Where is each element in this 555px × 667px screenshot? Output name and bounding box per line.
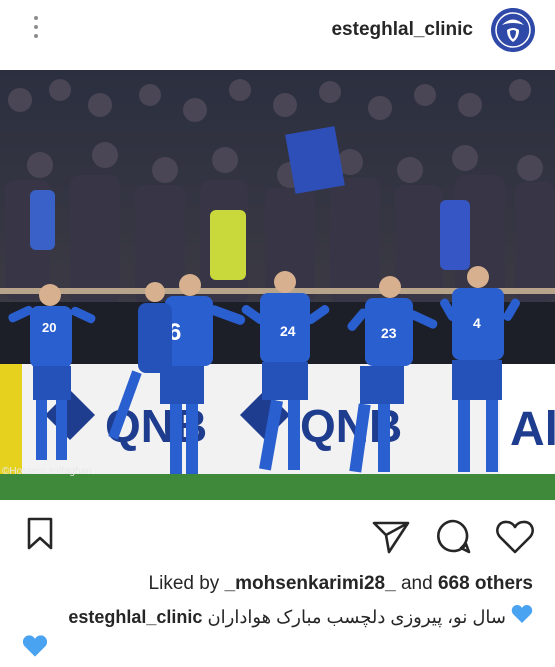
svg-text:20: 20	[42, 320, 56, 335]
likes-summary[interactable]: Liked by _mohsenkarimi28_ and 668 others	[149, 573, 533, 595]
bookmark-icon[interactable]	[26, 517, 54, 556]
svg-text:Alli: Alli	[510, 403, 555, 456]
avatar[interactable]	[491, 8, 535, 52]
photo-credit: ©Hossein.zolfaghari	[2, 466, 92, 477]
club-logo-icon	[491, 8, 535, 52]
likes-prefix: Liked by	[148, 573, 220, 594]
post-photo[interactable]: QNB QNB Alli 20	[0, 70, 555, 500]
blue-heart-icon	[511, 603, 533, 633]
more-vertical-icon[interactable]	[30, 16, 42, 44]
post-actions	[0, 505, 555, 565]
post-username[interactable]: esteghlal_clinic	[331, 19, 473, 41]
likes-count[interactable]: 668 others	[438, 573, 533, 594]
heart-icon[interactable]	[495, 519, 535, 560]
svg-text:4: 4	[473, 315, 481, 331]
liker-username[interactable]: _mohsenkarimi28_	[225, 573, 396, 594]
caption-username[interactable]: esteghlal_clinic	[68, 607, 202, 627]
post-header: esteghlal_clinic	[0, 0, 555, 70]
svg-text:24: 24	[280, 323, 296, 339]
football-celebration-image: QNB QNB Alli 20	[0, 70, 555, 500]
likes-and: and	[400, 573, 433, 594]
caption-text: سال نو، پیروزی دلچسب مبارک هواداران	[207, 607, 506, 627]
send-icon[interactable]	[372, 520, 410, 559]
comment-icon[interactable]	[435, 518, 471, 559]
svg-text:23: 23	[381, 325, 397, 341]
post-caption: esteghlal_clinic سال نو، پیروزی دلچسب مب…	[18, 602, 533, 633]
blue-heart-icon	[22, 634, 48, 663]
